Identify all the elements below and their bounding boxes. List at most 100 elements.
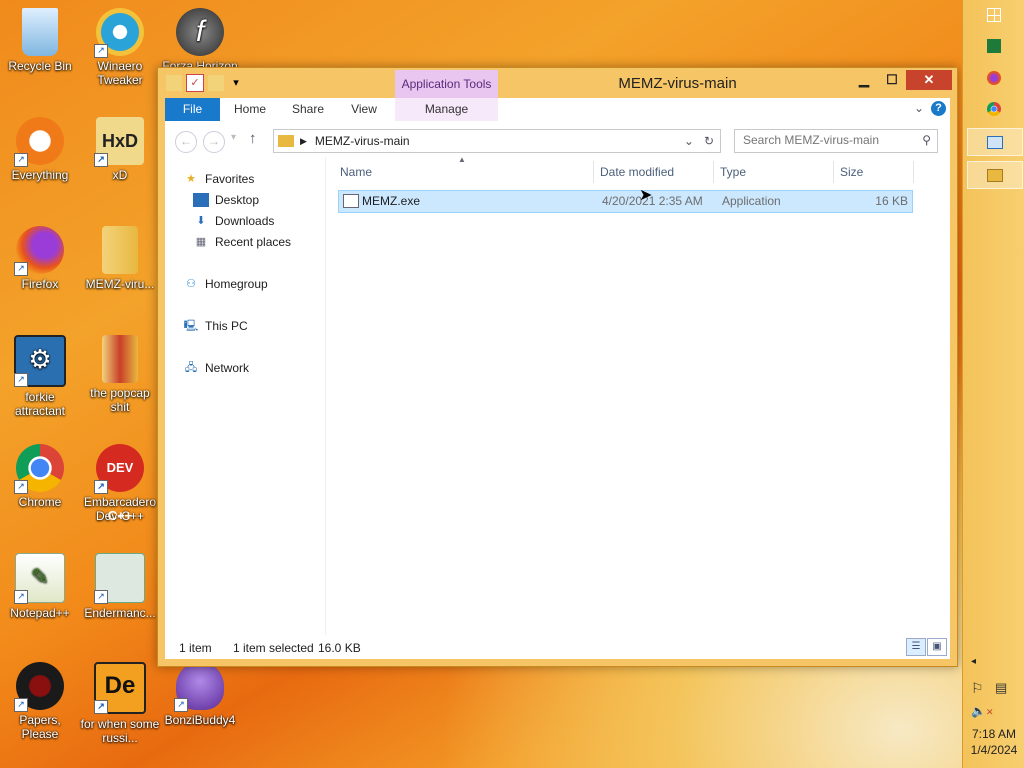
desktop-icon-notepadpp[interactable]: ✎ ↗ Notepad++ (0, 553, 80, 620)
folder-icon (102, 335, 138, 383)
document-icon: ↗ (94, 553, 145, 604)
help-icon[interactable]: ? (931, 101, 946, 116)
network-tray-icon[interactable]: ▤ (995, 680, 1007, 696)
desktop-icon-firefox[interactable]: ↗ Firefox (0, 226, 80, 291)
desktop-icon-winaero[interactable]: ↗ Winaero Tweaker (80, 8, 160, 87)
taskbar-explorer[interactable] (967, 161, 1023, 189)
clock-time[interactable]: 7:18 AM (963, 727, 1024, 742)
nav-homegroup[interactable]: ⚇ Homegroup (183, 274, 268, 294)
explorer-icon (987, 168, 1003, 182)
desktop-icon-recycle-bin[interactable]: Recycle Bin (0, 8, 80, 73)
ribbon-tabs: File Home Share View Manage ⌄ ? (165, 98, 950, 122)
breadcrumb-current[interactable]: MEMZ-virus-main (315, 134, 410, 148)
clock-date[interactable]: 1/4/2024 (963, 743, 1024, 758)
chrome-icon (987, 102, 1001, 116)
expand-ribbon-icon[interactable]: ⌄ (914, 101, 924, 115)
nav-recent-places[interactable]: ▦ Recent places (193, 232, 291, 252)
column-header-name[interactable]: Name (334, 161, 594, 183)
folder-icon (278, 135, 294, 147)
settings-monitor-icon: ⚙ ↗ (14, 335, 66, 387)
address-dropdown-icon[interactable]: ⌄ (684, 134, 694, 148)
shortcut-arrow-icon: ↗ (94, 590, 108, 604)
explorer-window: ✓ ▾ Application Tools MEMZ-virus-main ▁ … (157, 67, 958, 667)
taskbar-firefox[interactable] (967, 65, 1021, 91)
firefox-icon: ↗ (14, 226, 64, 276)
taskbar-app[interactable] (967, 128, 1023, 156)
devcpp-icon: DEV C++ ↗ (94, 444, 144, 523)
title-bar[interactable]: ✓ ▾ Application Tools MEMZ-virus-main ▁ … (158, 68, 957, 98)
chrome-icon: ↗ (14, 444, 64, 494)
desktop-icon-everything[interactable]: ↗ Everything (0, 117, 80, 182)
desktop-icon-russi[interactable]: De ↗ for when some russi... (80, 662, 160, 745)
tab-view[interactable]: View (341, 98, 387, 121)
desktop-icon (193, 193, 209, 207)
taskbar: ◂ ⚐ ▤ 🔈✕ 7:18 AM 1/4/2024 (962, 0, 1024, 768)
nav-downloads[interactable]: ⬇ Downloads (193, 211, 274, 231)
desktop-icon-chrome[interactable]: ↗ Chrome (0, 444, 80, 509)
shortcut-arrow-icon: ↗ (94, 480, 108, 494)
shortcut-arrow-icon: ↗ (94, 700, 108, 714)
table-row[interactable]: MEMZ.exe 4/20/2021 2:35 AM Application 1… (338, 190, 913, 213)
desktop-icon-memz-folder[interactable]: MEMZ-viru... (80, 226, 160, 291)
maximize-button[interactable]: ☐ (878, 70, 906, 90)
show-hidden-icons-button[interactable]: ◂ (971, 656, 976, 667)
taskbar-chrome[interactable] (967, 96, 1021, 122)
desktop-icon-devcpp[interactable]: DEV C++↗ Embarcadero Dev-C++ (80, 444, 160, 523)
selected-size: 16.0 KB (318, 641, 361, 655)
search-icon[interactable]: ⚲ (922, 133, 931, 147)
desktop-icon-enderman[interactable]: ↗ Endermanc... (80, 553, 160, 620)
search-box[interactable]: ⚲ (734, 129, 938, 153)
recent-locations-chevron-icon[interactable]: ▾ (231, 132, 236, 143)
selected-count: 1 item selected (233, 641, 314, 655)
tab-share[interactable]: Share (283, 98, 333, 121)
desktop-icon-forkie[interactable]: ⚙ ↗ forkie attractant (0, 335, 80, 418)
start-button[interactable] (967, 2, 1021, 28)
column-header-size[interactable]: Size (834, 161, 914, 183)
column-header-date-modified[interactable]: Date modified (594, 161, 714, 183)
shortcut-arrow-icon: ↗ (94, 153, 108, 167)
breadcrumb-separator-icon[interactable]: ▶ (300, 136, 307, 147)
bonzi-icon: ↗ (174, 662, 224, 712)
close-button[interactable]: ✕ (906, 70, 952, 90)
tab-home[interactable]: Home (227, 98, 273, 121)
explorer-body: ★ Favorites Desktop ⬇ Downloads ▦ Recent… (165, 155, 950, 635)
tab-file[interactable]: File (165, 98, 220, 121)
nav-desktop[interactable]: Desktop (193, 190, 259, 210)
app-icon (987, 135, 1003, 149)
executable-icon (343, 194, 359, 208)
up-button[interactable]: ↑ (249, 130, 257, 147)
volume-muted-icon[interactable]: 🔈✕ (971, 704, 994, 718)
desktop-icon-forza[interactable]: f Forza Horizon (160, 8, 240, 73)
folder-icon (102, 226, 138, 274)
notepadpp-icon: ✎ ↗ (14, 553, 65, 604)
back-button[interactable]: ← (175, 131, 197, 153)
taskbar-excel[interactable] (967, 33, 1021, 59)
minimize-button[interactable]: ▁ (850, 70, 878, 90)
homegroup-icon: ⚇ (186, 278, 196, 290)
shortcut-arrow-icon: ↗ (14, 698, 28, 712)
address-bar[interactable]: ▶ MEMZ-virus-main ⌄ ↻ (273, 129, 721, 153)
nav-favorites[interactable]: ★ Favorites (183, 169, 254, 189)
large-icons-view-button[interactable]: ▣ (927, 638, 947, 656)
refresh-icon[interactable]: ↻ (704, 134, 714, 148)
shortcut-arrow-icon: ↗ (174, 698, 188, 712)
tab-manage[interactable]: Manage (395, 98, 498, 121)
desktop-icon-bonzi[interactable]: ↗ BonziBuddy4 (160, 662, 240, 727)
nav-this-pc[interactable]: 🖳 This PC (183, 316, 248, 336)
details-view-button[interactable]: ☰ (906, 638, 926, 656)
forward-button[interactable]: → (203, 131, 225, 153)
nav-network[interactable]: 🖧 Network (183, 358, 249, 378)
desktop-icon-popcap[interactable]: the popcap shit (80, 335, 160, 414)
shortcut-arrow-icon: ↗ (14, 262, 28, 276)
action-center-flag-icon[interactable]: ⚐ (971, 680, 984, 697)
desktop-icon-xd[interactable]: HxD ↗ xD (80, 117, 160, 182)
file-name: MEMZ.exe (362, 194, 421, 208)
column-header-type[interactable]: Type (714, 161, 834, 183)
shortcut-arrow-icon: ↗ (14, 480, 28, 494)
shortcut-arrow-icon: ↗ (94, 44, 108, 58)
desktop-icon-papers-please[interactable]: ↗ Papers, Please (0, 662, 80, 741)
shortcut-arrow-icon: ↗ (14, 153, 28, 167)
excel-icon (987, 39, 1001, 53)
computer-icon: 🖳 (183, 320, 199, 332)
search-input[interactable] (735, 130, 913, 150)
